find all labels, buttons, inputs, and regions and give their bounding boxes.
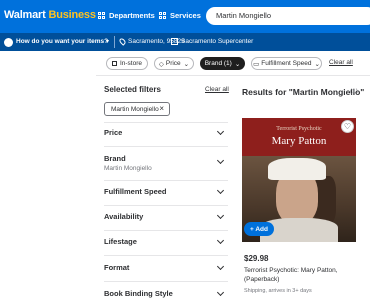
chevron-down-icon[interactable]	[216, 236, 225, 245]
divider	[96, 75, 370, 76]
divider	[114, 36, 115, 48]
add-to-cart-button[interactable]: + Add	[244, 222, 274, 236]
close-icon[interactable]: ×	[159, 104, 164, 113]
truck-icon: ▭	[253, 60, 260, 68]
facet-lifestage[interactable]: Lifestage	[104, 237, 137, 246]
facet-format[interactable]: Format	[104, 263, 129, 272]
chevron-down-icon: ⌄	[314, 60, 320, 68]
shipping-info: Shipping, arrives in 3+ days	[244, 288, 312, 294]
divider	[104, 180, 228, 181]
store-link[interactable]: Sacramento Supercenter	[181, 38, 253, 45]
pill-price[interactable]: ◇ Price ⌄	[154, 57, 194, 70]
facet-price[interactable]: Price	[104, 128, 122, 137]
results-heading: Results for "Martin Mongiello"	[242, 87, 365, 97]
divider	[104, 281, 228, 282]
fulfillment-icon	[4, 38, 13, 47]
pill-fulfillment-speed[interactable]: ▭ Fulfillment Speed ⌄	[251, 57, 322, 70]
divider	[104, 122, 228, 123]
facet-book-binding-style[interactable]: Book Binding Style	[104, 289, 173, 298]
chevron-down-icon: ⌄	[234, 60, 241, 68]
portrait-cap	[268, 158, 326, 180]
fulfillment-question[interactable]: How do you want your items?	[16, 38, 108, 45]
chevron-down-icon[interactable]	[216, 288, 225, 297]
divider	[104, 230, 228, 231]
facet-availability[interactable]: Availability	[104, 212, 143, 221]
chevron-down-icon[interactable]	[216, 211, 225, 220]
tag-icon: ◇	[158, 60, 164, 68]
product-price: $29.98	[244, 254, 269, 263]
search-input[interactable]: Martin Mongiello	[206, 7, 370, 25]
pill-in-store[interactable]: In-store	[106, 57, 148, 70]
store-icon	[111, 61, 117, 66]
book-cover-title: Mary Patton	[271, 135, 327, 147]
clear-all-link[interactable]: Clear all	[329, 59, 353, 66]
services-button[interactable]: Services	[159, 11, 201, 20]
selected-filters-heading: Selected filters	[104, 85, 161, 94]
store-icon	[171, 38, 178, 45]
chevron-down-icon[interactable]	[216, 127, 225, 136]
chevron-down-icon[interactable]	[216, 156, 225, 165]
chevron-down-icon[interactable]	[216, 262, 225, 271]
divider	[104, 255, 228, 256]
departments-button[interactable]: Departments	[98, 11, 155, 20]
grid-icon	[98, 12, 105, 19]
chevron-down-icon[interactable]: ▾	[106, 38, 109, 45]
divider	[104, 205, 228, 206]
grid-icon	[159, 12, 166, 19]
favorite-heart-icon[interactable]: ♡	[341, 120, 354, 133]
clear-all-filters-link[interactable]: Clear all	[205, 86, 229, 93]
chevron-down-icon: ⌄	[183, 60, 190, 68]
pill-brand[interactable]: Brand (1) ⌄	[200, 57, 245, 70]
walmart-business-logo[interactable]: Walmart Business	[4, 9, 96, 21]
book-cover-subtitle: Terrorist Psychotic	[276, 126, 322, 132]
facet-fulfillment-speed[interactable]: Fulfillment Speed	[104, 187, 167, 196]
facet-brand[interactable]: Brand	[104, 154, 126, 163]
divider	[104, 146, 228, 147]
chevron-down-icon[interactable]	[216, 186, 225, 195]
results-count: (1)	[350, 88, 358, 95]
product-title-link[interactable]: Terrorist Psychotic: Mary Patton, (Paper…	[244, 266, 354, 284]
filter-chip[interactable]: Martin Mongiello ×	[104, 102, 170, 116]
facet-brand-value: Martin Mongiello	[104, 165, 152, 172]
